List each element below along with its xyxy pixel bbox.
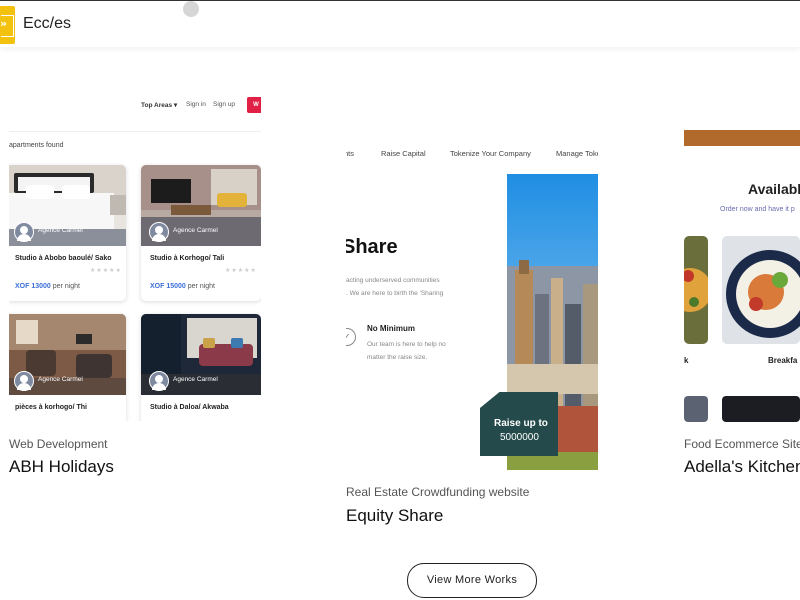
- thumbnail-navbar: Top Areas ▾ Sign in Sign up W: [9, 97, 261, 132]
- top-areas-menu: Top Areas ▾: [141, 102, 178, 109]
- brand-name[interactable]: Ecc/es: [23, 15, 71, 33]
- sign-up-link: Sign up: [213, 101, 236, 108]
- listing-card: Agence Carmel Studio à Daloa/ Akwaba: [141, 314, 261, 421]
- listing-title: Studio à Abobo baoulé/ Sako: [15, 255, 112, 262]
- food-photo: [684, 396, 708, 422]
- listing-title: Studio à Korhogo/ Tali: [150, 255, 225, 262]
- work-category: Real Estate Crowdfunding website: [346, 485, 530, 499]
- nav-link-manage: Manage Toke: [556, 149, 598, 158]
- hero-title: Share: [346, 236, 398, 258]
- work-category: Food Ecommerce Site: [684, 437, 800, 451]
- work-title[interactable]: Adella's Kitchen: [684, 457, 800, 477]
- work-thumbnail-abh-holidays[interactable]: Top Areas ▾ Sign in Sign up W apartments…: [9, 97, 261, 421]
- thumbnail-navbar: nts Raise Capital Tokenize Your Company …: [346, 130, 598, 175]
- listing-card: Agence Carmel Studio à Korhogo/ Tali ★★★…: [141, 165, 261, 301]
- agent-name: Agence Carmel: [173, 227, 218, 234]
- listing-title: pièces à korhogo/ Thi: [15, 404, 87, 411]
- listing-price: XOF 13000 per night: [15, 283, 80, 290]
- raise-label: Raise up to: [494, 418, 548, 429]
- agent-avatar: [149, 222, 169, 242]
- agent-name: Agence Carmel: [173, 376, 218, 383]
- accent-button: W: [247, 97, 261, 113]
- feature-title: No Minimum: [367, 324, 415, 333]
- banner-image: [684, 130, 800, 146]
- view-more-works-button[interactable]: View More Works: [407, 563, 537, 598]
- agent-avatar: [14, 371, 34, 391]
- scroll-handle[interactable]: [183, 1, 199, 17]
- results-count: apartments found: [9, 142, 64, 149]
- food-photo: [684, 236, 708, 344]
- food-caption: k: [684, 356, 689, 365]
- work-category: Web Development: [9, 437, 108, 451]
- listing-title: Studio à Daloa/ Akwaba: [150, 404, 229, 411]
- section-heading: Availabl: [748, 181, 800, 197]
- agent-name: Agence Carmel: [38, 227, 83, 234]
- sign-in-link: Sign in: [186, 101, 206, 108]
- agent-name: Agence Carmel: [38, 376, 83, 383]
- feature-text: Our team is here to help no matter the r…: [367, 341, 446, 361]
- rating-stars: ★★★★★: [90, 268, 122, 274]
- rating-stars: ★★★★★: [225, 268, 257, 274]
- work-title[interactable]: Equity Share: [346, 506, 443, 526]
- raise-badge: Raise up to 5000000: [480, 392, 558, 456]
- agent-avatar: [14, 222, 34, 242]
- work-thumbnail-adellas-kitchen[interactable]: Availabl Order now and have it p k Break…: [684, 130, 800, 422]
- listing-card: Agence Carmel Studio à Abobo baoulé/ Sak…: [9, 165, 126, 301]
- nav-link-tokenize: Tokenize Your Company: [450, 149, 531, 158]
- nav-link: nts: [346, 149, 355, 158]
- raise-amount: 5000000: [500, 432, 539, 443]
- logo-icon[interactable]: »: [0, 6, 15, 44]
- listing-card: Agence Carmel pièces à korhogo/ Thi: [9, 314, 126, 421]
- agent-avatar: [149, 371, 169, 391]
- section-subheading: Order now and have it p: [720, 206, 795, 213]
- food-caption: Breakfa: [768, 356, 798, 365]
- site-header: » Ecc/es: [0, 0, 800, 47]
- food-photo: [722, 396, 800, 422]
- nav-link-raise-capital: Raise Capital: [381, 149, 426, 158]
- work-title[interactable]: ABH Holidays: [9, 457, 114, 477]
- check-circle-icon: ✓: [346, 328, 356, 346]
- work-thumbnail-equity-share[interactable]: nts Raise Capital Tokenize Your Company …: [346, 130, 598, 470]
- food-photo: [722, 236, 800, 344]
- hero-subtitle: acting underserved communities . We are …: [346, 277, 444, 297]
- listing-price: XOF 15000 per night: [150, 283, 215, 290]
